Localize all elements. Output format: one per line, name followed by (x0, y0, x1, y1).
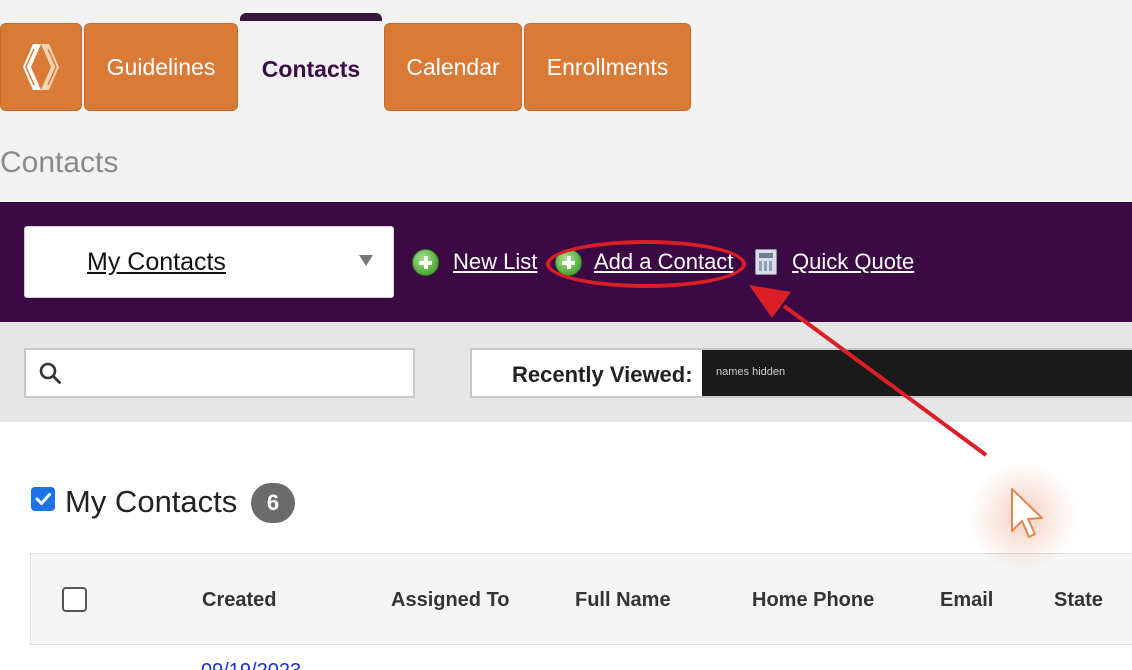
recently-viewed-bar: Recently Viewed: names hidden (470, 348, 1132, 398)
add-contact-link[interactable]: Add a Contact (555, 246, 733, 278)
tab-calendar[interactable]: Calendar (384, 23, 522, 111)
contacts-count-badge: 6 (251, 483, 295, 523)
recently-viewed-names: names hidden (702, 350, 1132, 396)
brand-logo-icon (23, 44, 59, 90)
main-nav-tabs: Guidelines Contacts Calendar Enrollments (0, 0, 1132, 112)
home-logo-tab[interactable] (0, 23, 82, 111)
column-header-assigned-to[interactable]: Assigned To (391, 589, 510, 612)
search-icon (39, 362, 61, 384)
quick-quote-label: Quick Quote (792, 249, 915, 274)
contact-list-select[interactable]: My Contacts (24, 226, 394, 298)
contact-search-input[interactable] (24, 348, 415, 398)
contacts-action-bar: My Contacts New List Add a Contact Quick… (0, 202, 1132, 322)
add-circle-icon (555, 248, 582, 276)
calculator-icon (755, 249, 777, 275)
column-header-full-name[interactable]: Full Name (575, 589, 671, 612)
add-contact-label: Add a Contact (594, 249, 734, 274)
recently-viewed-label: Recently Viewed: (512, 362, 693, 387)
table-header: Created Assigned To Full Name Home Phone… (30, 553, 1132, 645)
column-header-created[interactable]: Created (202, 589, 276, 612)
my-contacts-checkbox[interactable] (31, 487, 55, 511)
chevron-down-icon (359, 255, 373, 266)
page-title: Contacts (0, 146, 119, 179)
tab-guidelines[interactable]: Guidelines (84, 23, 238, 111)
column-header-email[interactable]: Email (940, 589, 993, 612)
column-header-state[interactable]: State (1054, 589, 1103, 612)
contact-list-select-value: My Contacts (87, 248, 226, 276)
column-header-home-phone[interactable]: Home Phone (752, 589, 874, 612)
add-circle-icon (412, 248, 439, 276)
new-list-link[interactable]: New List (412, 246, 537, 278)
checkmark-icon (35, 493, 51, 505)
quick-quote-link[interactable]: Quick Quote (755, 246, 914, 278)
tab-enrollments[interactable]: Enrollments (524, 23, 691, 111)
new-list-label: New List (453, 249, 538, 274)
tab-contacts[interactable]: Contacts (240, 13, 382, 112)
contacts-list-section: My Contacts 6 Created Assigned To Full N… (0, 422, 1132, 670)
search-row: Recently Viewed: names hidden (0, 322, 1132, 422)
select-all-checkbox[interactable] (62, 587, 87, 612)
first-row-created-date[interactable]: 09/19/2023 (201, 660, 301, 670)
section-title: My Contacts (65, 484, 238, 519)
